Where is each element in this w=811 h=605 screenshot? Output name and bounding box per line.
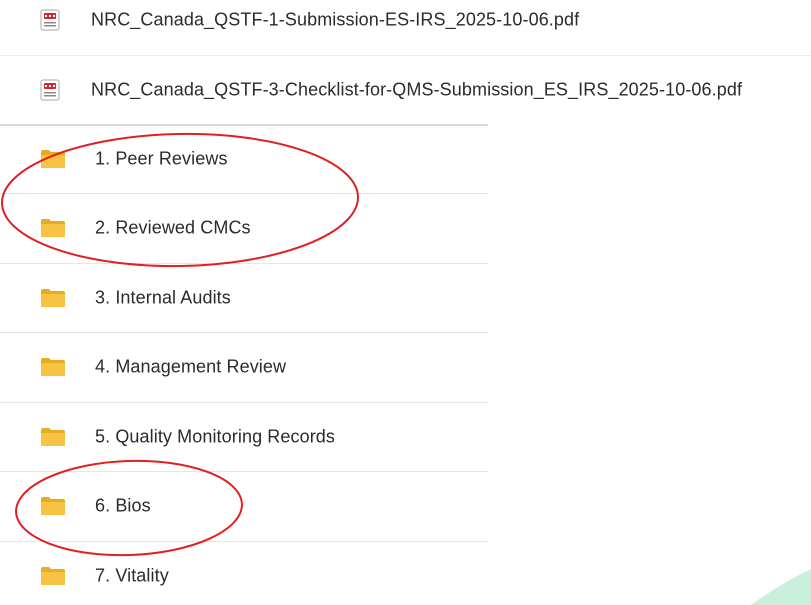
folder-name: 5. Quality Monitoring Records [95, 426, 336, 447]
folder-row-vitality[interactable]: 7. Vitality [0, 542, 488, 605]
folder-name: 1. Peer Reviews [95, 148, 228, 169]
folder-icon [40, 427, 66, 447]
folder-icon [40, 149, 66, 169]
folder-name: 4. Management Review [95, 356, 287, 377]
file-name: NRC_Canada_QSTF-3-Checklist-for-QMS-Subm… [91, 79, 743, 100]
folder-name: 6. Bios [95, 495, 151, 516]
folder-row-quality-monitoring-records[interactable]: 5. Quality Monitoring Records [0, 403, 488, 471]
folder-icon [40, 218, 66, 238]
pdf-icon [40, 9, 60, 31]
folder-row-reviewed-cmcs[interactable]: 2. Reviewed CMCs [0, 194, 488, 262]
folder-name: 7. Vitality [95, 565, 169, 586]
folder-name: 2. Reviewed CMCs [95, 217, 251, 238]
file-row-qstf-1[interactable]: NRC_Canada_QSTF-1-Submission-ES-IRS_2025… [0, 0, 811, 54]
folder-row-internal-audits[interactable]: 3. Internal Audits [0, 264, 488, 332]
file-browser: NRC_Canada_QSTF-1-Submission-ES-IRS_2025… [0, 0, 811, 605]
file-name: NRC_Canada_QSTF-1-Submission-ES-IRS_2025… [91, 9, 580, 30]
folder-icon [40, 566, 66, 586]
folder-icon [40, 288, 66, 308]
corner-decoration [751, 569, 811, 605]
folder-row-peer-reviews[interactable]: 1. Peer Reviews [0, 125, 488, 193]
folder-icon [40, 357, 66, 377]
folder-name: 3. Internal Audits [95, 287, 231, 308]
folder-row-bios[interactable]: 6. Bios [0, 472, 488, 540]
pdf-icon [40, 79, 60, 101]
folder-row-management-review[interactable]: 4. Management Review [0, 333, 488, 401]
file-row-qstf-3[interactable]: NRC_Canada_QSTF-3-Checklist-for-QMS-Subm… [0, 56, 811, 124]
folder-icon [40, 496, 66, 516]
